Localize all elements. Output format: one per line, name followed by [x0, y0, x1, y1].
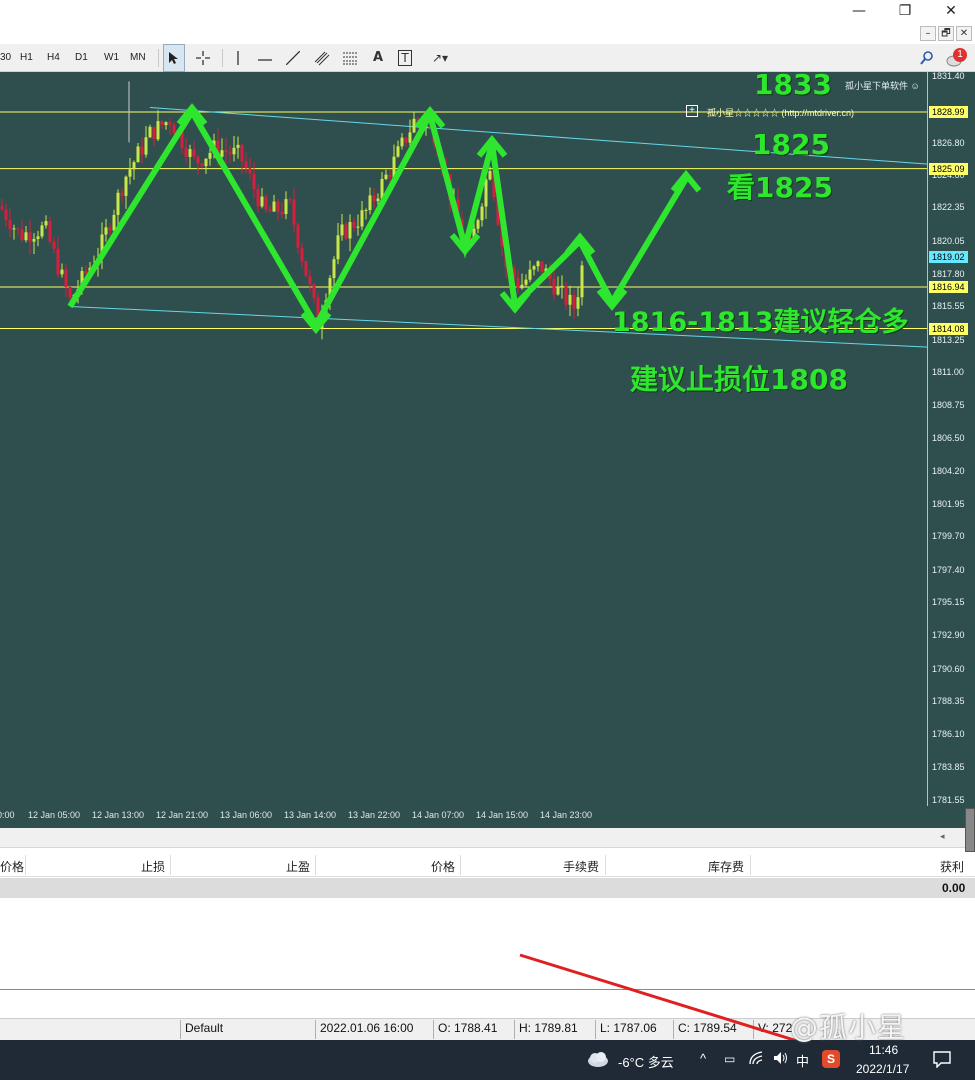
- clock-date[interactable]: 2022/1/17: [856, 1062, 909, 1076]
- wifi-icon[interactable]: [748, 1050, 766, 1071]
- volume-icon[interactable]: [772, 1050, 790, 1071]
- red-arrow-overlay: [519, 953, 875, 1066]
- cloud-icon: [586, 1050, 610, 1073]
- action-center-icon[interactable]: [932, 1050, 952, 1073]
- watermark: @孤小星: [790, 1011, 907, 1044]
- battery-icon[interactable]: ▭: [724, 1052, 735, 1066]
- show-hidden-icons-icon[interactable]: ^: [700, 1051, 706, 1066]
- weather-text[interactable]: -6°C 多云: [618, 1052, 674, 1071]
- ime-indicator[interactable]: 中: [796, 1051, 809, 1070]
- sogou-ime-icon[interactable]: S: [822, 1050, 840, 1068]
